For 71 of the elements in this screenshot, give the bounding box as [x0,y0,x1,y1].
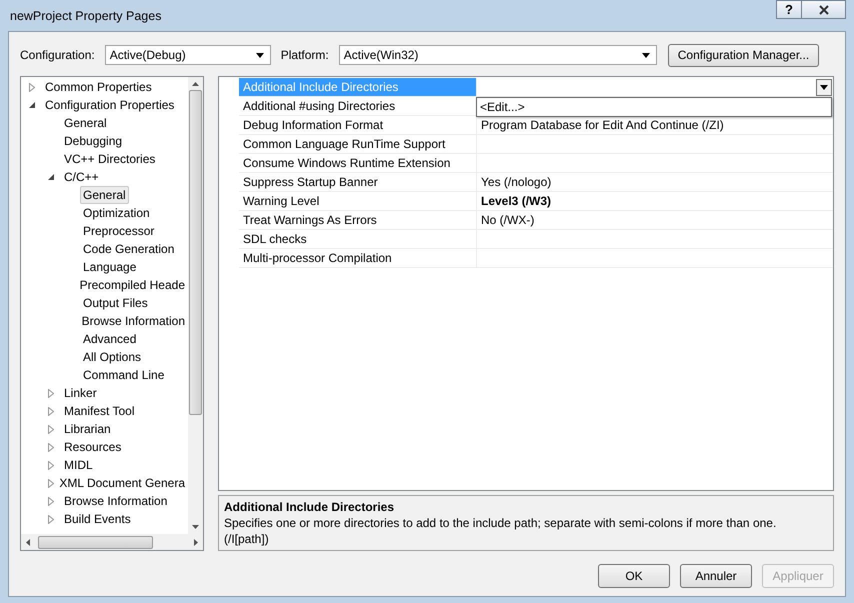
expand-arrow-icon[interactable] [48,496,54,506]
expand-arrow-icon[interactable] [29,82,35,92]
tree-item[interactable]: Browse Information [78,312,188,330]
description-text: Specifies one or more directories to add to the include path; separate with semi-colons if more than one. (/I[path]) [224,515,778,547]
expand-arrow-icon[interactable] [48,460,54,470]
property-value: Yes (/nologo) [481,175,552,189]
tree-item[interactable]: C/C++ [61,168,102,186]
scroll-right-icon[interactable] [194,538,198,546]
expand-arrow-icon[interactable] [48,514,54,524]
tree-item[interactable]: Linker [61,384,100,402]
tree-item[interactable]: Preprocessor [80,222,158,240]
tree-item[interactable]: Browse Information [61,492,170,510]
scroll-up-icon[interactable] [192,82,199,86]
property-name[interactable]: Common Language RunTime Support [239,135,477,153]
tree-item[interactable]: All Options [80,348,144,366]
property-name[interactable]: Treat Warnings As Errors [239,211,477,229]
collapse-arrow-icon[interactable] [29,102,35,108]
configuration-manager-button[interactable]: Configuration Manager... [668,44,820,66]
platform-dropdown[interactable]: Active(Win32) [338,45,657,65]
tree-item[interactable]: Optimization [80,204,153,222]
dialog-button[interactable]: Annuler [680,564,752,588]
dropdown-arrow-icon [820,84,828,90]
configuration-dropdown[interactable]: Active(Debug) [104,45,271,65]
tree-item[interactable]: Resources [61,438,124,456]
tree-item[interactable]: MIDL [61,456,96,474]
window-title: newProject Property Pages [9,8,162,22]
close-button[interactable] [802,0,846,19]
platform-label: Platform: [280,48,329,62]
scroll-down-icon[interactable] [192,525,199,529]
collapse-arrow-icon[interactable] [48,174,54,180]
configuration-label: Configuration: [20,48,95,62]
tree-item[interactable]: Precompiled Heade [76,276,188,294]
tree-item[interactable]: General [80,186,129,204]
dropdown-option[interactable]: <Edit...> [479,100,526,114]
help-button[interactable]: ? [776,0,802,19]
tree-item[interactable]: Debugging [61,132,126,150]
vertical-scrollbar[interactable] [188,77,203,534]
tree-item[interactable]: Advanced [80,330,140,348]
tree-item[interactable]: VC++ Directories [61,150,158,168]
tree-item[interactable]: Output Files [80,294,151,312]
dropdown-button[interactable] [816,78,832,96]
property-value: Level3 (/W3) [481,194,552,208]
dropdown-arrow-icon [256,52,264,58]
tree-item[interactable]: General [61,114,110,132]
scroll-left-icon[interactable] [26,538,30,546]
tree-item[interactable]: Configuration Properties [42,96,178,114]
horizontal-scrollbar[interactable] [21,534,203,550]
expand-arrow-icon[interactable] [48,388,54,398]
tree-item[interactable]: Command Line [80,366,168,384]
property-name[interactable]: Warning Level [239,192,477,210]
property-name[interactable]: Multi-processor Compilation [239,249,477,267]
tree-item[interactable]: Common Properties [42,78,155,96]
tree-item[interactable]: Language [80,258,140,276]
property-name[interactable]: Suppress Startup Banner [239,173,477,191]
tree-item[interactable]: Build Events [61,510,134,528]
property-name[interactable]: Consume Windows Runtime Extension [239,154,477,172]
property-value: Program Database for Edit And Continue (/ZI) [481,118,724,132]
tree-item[interactable]: XML Document Genera [56,474,188,492]
expand-arrow-icon[interactable] [48,424,54,434]
expand-arrow-icon[interactable] [48,478,54,488]
property-value: No (/WX-) [481,213,534,227]
expand-arrow-icon[interactable] [48,406,54,416]
dialog-button[interactable]: OK [598,564,670,588]
close-icon [818,4,828,14]
expand-arrow-icon[interactable] [48,442,54,452]
tree-item[interactable]: Manifest Tool [61,402,138,420]
description-title: Additional Include Directories [224,499,396,515]
tree-item[interactable]: Librarian [61,420,114,438]
tree-item[interactable]: Code Generation [80,240,178,258]
property-name[interactable]: SDL checks [239,230,477,248]
dropdown-arrow-icon [642,52,650,58]
